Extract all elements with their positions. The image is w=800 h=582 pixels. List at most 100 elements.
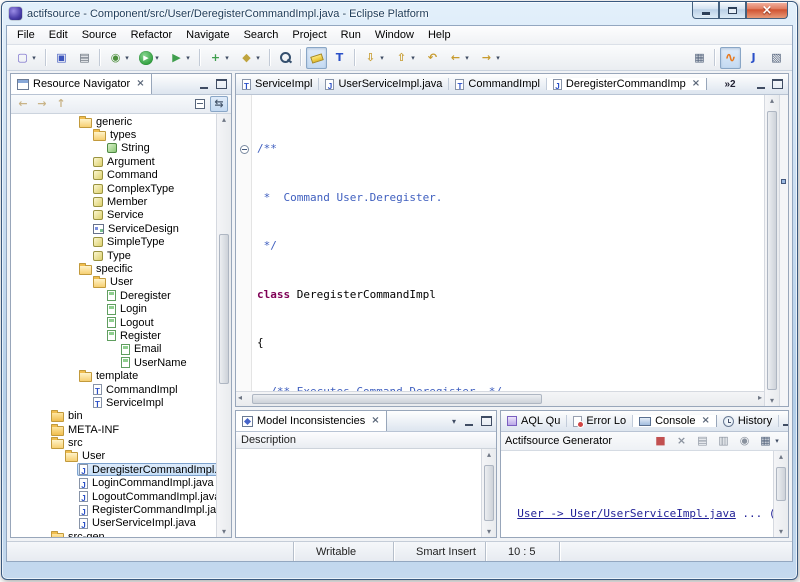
toolbar-button[interactable]: ◉ [105,47,134,69]
tree-item[interactable]: META-INF [11,423,216,436]
perspective-button[interactable]: ▦ [689,47,710,69]
tab-close-icon[interactable] [371,416,379,426]
navigator-tab[interactable]: Resource Navigator [11,74,152,94]
code-line[interactable]: * Command User.Deregister. [236,192,764,205]
editor-tab[interactable]: CommandImpl [449,78,547,90]
toolbar-button[interactable]: ▶ [166,47,195,69]
dropdown-arrow-icon[interactable] [254,54,262,62]
tab-overflow-indicator[interactable]: »2 [722,74,739,94]
tree-item[interactable]: Argument [11,155,216,168]
tree-item[interactable]: UserServiceImpl.java [11,517,216,530]
toolbar-button[interactable]: ◆ [236,47,265,69]
code-line[interactable]: { [236,337,764,350]
code-line[interactable]: /** [236,143,764,156]
menu-item[interactable]: Help [421,27,458,43]
perspective-button[interactable]: ▧ [766,47,787,69]
maximize-button[interactable] [719,2,746,19]
tree-item[interactable]: User [11,276,216,289]
dropdown-arrow-icon[interactable] [409,54,417,62]
editor-tab[interactable]: UserServiceImpl.java [319,78,450,90]
editor-vscrollbar[interactable] [764,95,779,406]
console-tool-button[interactable]: ◉ [734,433,755,450]
dropdown-arrow-icon[interactable] [153,54,161,62]
code-editor[interactable]: /** * Command User.Deregister. */ class … [236,95,788,406]
dropdown-arrow-icon[interactable] [123,54,131,62]
console-tool-button[interactable]: × [671,433,692,450]
toolbar-button[interactable]: ⇧ [391,47,420,69]
dropdown-arrow-icon[interactable] [494,54,502,62]
tree-item[interactable]: RegisterCommandImpl.java [11,503,216,516]
menu-item[interactable]: Window [368,27,421,43]
tab-close-icon[interactable] [701,416,709,426]
tree-item[interactable]: Command [11,169,216,182]
tree-item[interactable]: template [11,369,216,383]
menu-item[interactable]: Edit [42,27,75,43]
perspective-button[interactable]: J [743,47,764,69]
menu-item[interactable]: Navigate [179,27,236,43]
tree-item[interactable]: LogoutCommandImpl.java [11,490,216,503]
toolbar-button[interactable]: ▶ [136,47,164,69]
navigator-tool-button[interactable] [191,96,209,112]
maximize-view-icon[interactable] [478,414,494,428]
toolbar-button[interactable] [306,46,327,69]
view-menu-icon[interactable] [448,417,460,426]
console-tool-button[interactable]: ▥ [713,433,734,450]
tree-item[interactable]: Email [11,343,216,356]
toolbar-button[interactable]: → [476,47,505,69]
tree-item[interactable]: LoginCommandImpl.java [11,477,216,490]
toolbar-button[interactable]: ▤ [74,47,95,69]
toolbar-button[interactable]: ↶ [422,47,443,69]
navigator-tool-button[interactable]: ← [14,96,32,112]
tree-item[interactable]: String [11,142,216,155]
toolbar-button[interactable]: + [205,47,234,69]
tree-item[interactable]: SimpleType [11,236,216,249]
console-text[interactable]: User -> User/UserServiceImpl.java ... (1… [501,451,773,537]
description-column-header[interactable]: Description [236,432,496,449]
console-area-tab[interactable]: Console [633,415,717,427]
toolbar-button[interactable]: T [329,47,350,69]
menu-item[interactable]: Search [237,27,286,43]
editor-tab[interactable]: ServiceImpl [236,78,320,90]
scrollbar-thumb[interactable] [219,234,229,384]
titlebar[interactable]: actifsource - Component/src/User/Deregis… [2,2,797,25]
minimize-view-icon[interactable] [196,77,212,91]
tree-item[interactable]: Login [11,302,216,315]
tree-item[interactable]: Logout [11,316,216,329]
menu-item[interactable]: Project [285,27,333,43]
tab-close-icon[interactable] [136,79,144,89]
code-line[interactable]: class DeregisterCommandImpl [236,289,764,302]
tree-item[interactable]: User [11,450,216,463]
console-tool-button[interactable]: ■ [650,433,671,450]
tree-item[interactable]: Type [11,249,216,262]
toolbar-button[interactable] [275,47,296,69]
tree-item[interactable]: specific [11,262,216,275]
toolbar-button[interactable]: ⇩ [360,47,389,69]
scrollbar-thumb[interactable] [484,465,494,521]
editor-hscrollbar[interactable] [236,391,764,406]
minimize-button[interactable] [692,2,719,19]
menu-item[interactable]: File [10,27,42,43]
maximize-view-icon[interactable] [213,77,229,91]
navigator-tool-button[interactable]: ↑ [52,96,70,112]
fold-collapse-icon[interactable] [239,144,249,154]
tree-item[interactable]: ServiceDesign [11,222,216,235]
scrollbar-thumb[interactable] [776,467,786,501]
toolbar-button[interactable]: ▢ [12,47,41,69]
dropdown-arrow-icon[interactable] [463,54,471,62]
toolbar-button[interactable]: ▣ [51,47,72,69]
console-tool-button[interactable]: ▤ [692,433,713,450]
tree-item[interactable]: Deregister [11,289,216,302]
model-empty-area[interactable] [236,449,481,537]
navigator-tool-button[interactable]: ⇆ [210,96,228,112]
navigator-tool-button[interactable]: → [33,96,51,112]
menu-item[interactable]: Source [75,27,124,43]
dropdown-arrow-icon[interactable] [184,54,192,62]
minimize-view-icon[interactable] [753,77,769,91]
console-area-tab[interactable]: Error Lo [567,415,634,428]
console-tool-button[interactable]: ▦ [755,433,784,450]
editor-tab[interactable]: DeregisterCommandImp [546,78,708,90]
caret-position-marker[interactable] [781,179,786,184]
close-button[interactable] [746,2,788,19]
tree-item[interactable]: DeregisterCommandImpl.java [11,463,216,477]
tree-item[interactable]: ComplexType [11,182,216,195]
